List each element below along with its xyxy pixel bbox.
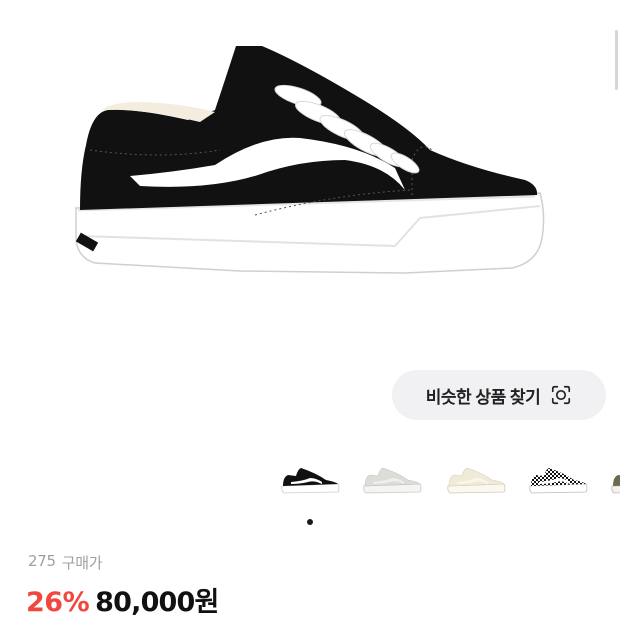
black-white-sneaker-icon	[281, 468, 340, 494]
purchase-count-label: 구매가	[61, 554, 103, 572]
purchase-count: 275 구매가	[28, 552, 103, 573]
carousel-indicator-dot	[307, 519, 313, 525]
purchase-count-number: 275	[28, 552, 56, 570]
cream-sneaker-icon	[447, 467, 506, 494]
thumbnail-olive-sneaker[interactable]	[604, 452, 620, 508]
thumbnail-light-grey-sneaker[interactable]	[356, 452, 428, 508]
discount-rate: 26%	[26, 587, 90, 618]
olive-sneaker-icon	[611, 475, 620, 494]
find-similar-label: 비슷한 상품 찾기	[425, 387, 541, 407]
sneaker-image	[75, 46, 545, 274]
thumbnail-cream-sneaker[interactable]	[440, 452, 512, 508]
price-row: 26% 80,000원	[26, 580, 219, 619]
thumbnail-strip	[270, 452, 620, 508]
product-hero-image[interactable]	[0, 0, 620, 360]
thumbnail-checkerboard-sneaker[interactable]	[522, 452, 594, 508]
checkerboard-sneaker-icon	[529, 468, 588, 494]
sale-price: 80,000원	[95, 587, 219, 618]
find-similar-button[interactable]: 비슷한 상품 찾기	[392, 370, 606, 420]
scrollbar[interactable]	[615, 30, 618, 90]
thumbnail-black-white-sneaker[interactable]	[274, 452, 346, 508]
light-grey-sneaker-icon	[363, 467, 422, 494]
lens-search-icon	[552, 385, 571, 405]
